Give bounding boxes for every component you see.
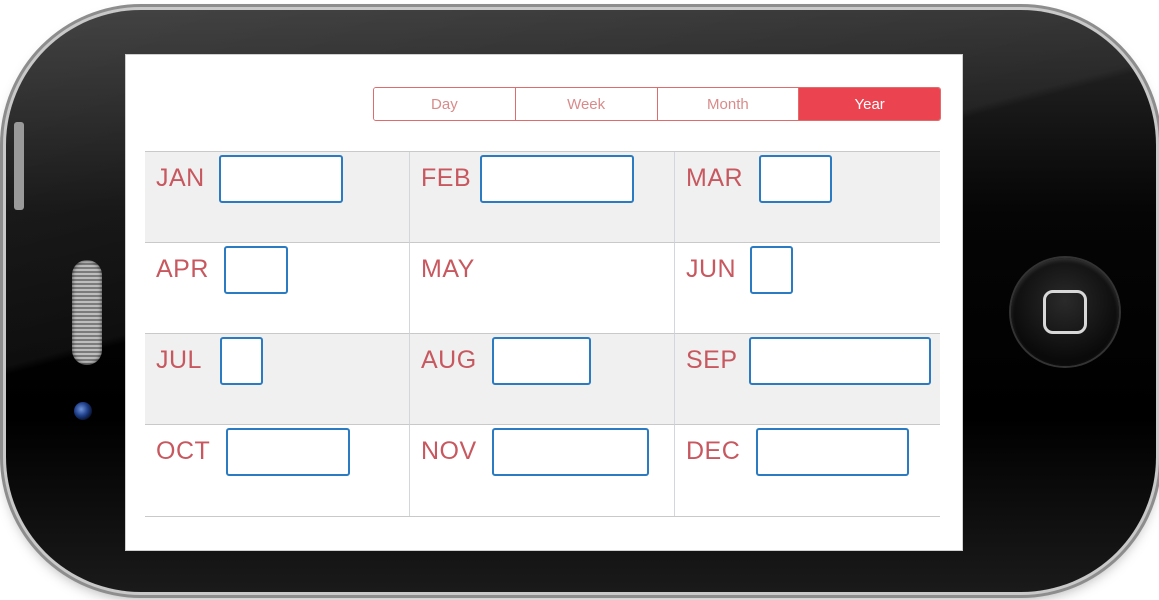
- month-cell-sep[interactable]: SEP: [675, 334, 940, 425]
- tab-day[interactable]: Day: [374, 88, 516, 120]
- month-label: APR: [156, 255, 209, 283]
- month-entry-box[interactable]: [220, 337, 263, 385]
- month-cell-mar[interactable]: MAR: [675, 152, 940, 243]
- month-entry-box[interactable]: [750, 246, 793, 294]
- app-screen: Day Week Month Year JAN FEB MAR APR MAY …: [126, 55, 962, 550]
- tab-week[interactable]: Week: [515, 88, 658, 120]
- month-label: MAY: [421, 255, 475, 283]
- month-label: AUG: [421, 346, 477, 374]
- month-cell-feb[interactable]: FEB: [410, 152, 675, 243]
- month-label: DEC: [686, 437, 741, 465]
- month-entry-box[interactable]: [480, 155, 634, 203]
- month-cell-oct[interactable]: OCT: [145, 425, 410, 516]
- month-entry-box[interactable]: [226, 428, 350, 476]
- year-month-grid: JAN FEB MAR APR MAY JUN JUL AUG SEP OCT …: [145, 151, 940, 517]
- month-label: FEB: [421, 164, 472, 192]
- month-label: JAN: [156, 164, 205, 192]
- home-square-icon: [1043, 290, 1087, 334]
- month-cell-jan[interactable]: JAN: [145, 152, 410, 243]
- month-label: SEP: [686, 346, 738, 374]
- month-entry-box[interactable]: [749, 337, 931, 385]
- month-entry-box[interactable]: [224, 246, 288, 294]
- month-entry-box[interactable]: [492, 337, 591, 385]
- month-label: MAR: [686, 164, 744, 192]
- camera-icon: [74, 402, 92, 420]
- view-segmented-control: Day Week Month Year: [373, 87, 941, 121]
- speaker-grille: [72, 260, 102, 365]
- month-label: OCT: [156, 437, 211, 465]
- month-entry-box[interactable]: [492, 428, 649, 476]
- tab-month[interactable]: Month: [657, 88, 800, 120]
- tab-year[interactable]: Year: [799, 88, 940, 120]
- month-entry-box[interactable]: [219, 155, 343, 203]
- month-cell-jun[interactable]: JUN: [675, 243, 940, 334]
- month-entry-box[interactable]: [759, 155, 832, 203]
- month-cell-dec[interactable]: DEC: [675, 425, 940, 516]
- month-cell-aug[interactable]: AUG: [410, 334, 675, 425]
- month-label: JUN: [686, 255, 737, 283]
- month-entry-box[interactable]: [756, 428, 909, 476]
- month-cell-nov[interactable]: NOV: [410, 425, 675, 516]
- month-cell-may[interactable]: MAY: [410, 243, 675, 334]
- volume-button: [14, 122, 24, 210]
- month-cell-jul[interactable]: JUL: [145, 334, 410, 425]
- month-label: NOV: [421, 437, 477, 465]
- month-cell-apr[interactable]: APR: [145, 243, 410, 334]
- month-label: JUL: [156, 346, 202, 374]
- home-button[interactable]: [1011, 258, 1119, 366]
